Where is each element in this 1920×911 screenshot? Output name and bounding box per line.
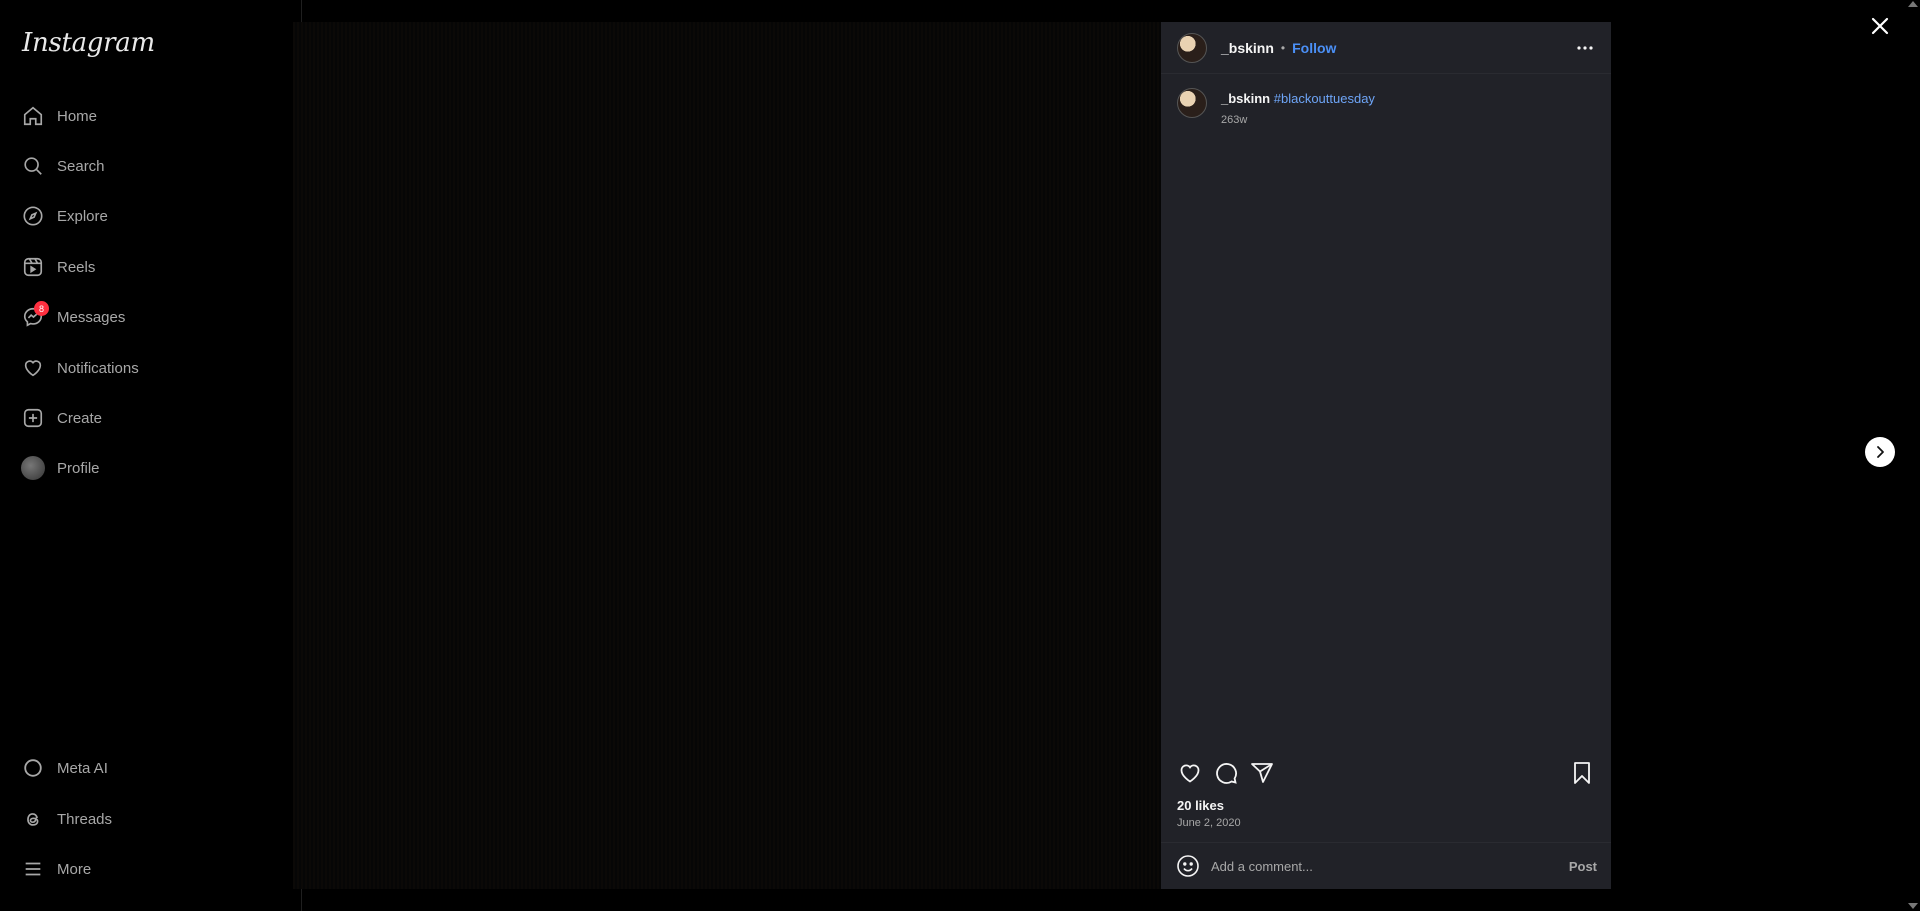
- search-icon: [20, 153, 46, 179]
- emoji-icon[interactable]: [1175, 853, 1201, 879]
- sidebar-item-messages[interactable]: 8 Messages: [0, 292, 302, 342]
- sidebar-item-label: Notifications: [57, 359, 139, 377]
- sidebar-item-label: Create: [57, 409, 103, 427]
- comment-input[interactable]: [1211, 858, 1569, 874]
- comment-icon[interactable]: [1213, 760, 1239, 786]
- compass-icon: [20, 203, 46, 229]
- sidebar-item-meta-ai[interactable]: Meta AI: [0, 743, 302, 793]
- avatar: [21, 456, 45, 480]
- hamburger-icon: [20, 856, 46, 882]
- profile-avatar-icon: [20, 455, 46, 481]
- sidebar-item-search[interactable]: Search: [0, 141, 302, 191]
- threads-icon: [20, 806, 46, 832]
- scrollbar-down-arrow[interactable]: [1908, 903, 1918, 909]
- caption-age[interactable]: 263w: [1221, 114, 1375, 126]
- caption-avatar[interactable]: [1177, 88, 1207, 118]
- sidebar-item-home[interactable]: Home: [0, 91, 302, 141]
- sidebar-item-label: Meta AI: [57, 759, 108, 777]
- share-icon[interactable]: [1249, 760, 1275, 786]
- plus-square-icon: [20, 405, 46, 431]
- sidebar-item-profile[interactable]: Profile: [0, 443, 302, 493]
- sidebar-item-label: Profile: [57, 459, 100, 477]
- post-comment-button[interactable]: Post: [1569, 859, 1597, 874]
- unread-badge: 8: [34, 301, 49, 316]
- sidebar-item-label: Reels: [57, 258, 96, 276]
- like-icon[interactable]: [1177, 760, 1203, 786]
- post-actions: [1177, 760, 1595, 786]
- messenger-icon: 8: [20, 301, 49, 330]
- post-caption: _bskinn #blackouttuesday 263w: [1177, 88, 1375, 126]
- meta-ai-icon: [20, 755, 46, 781]
- scrollbar-up-arrow[interactable]: [1908, 1, 1918, 7]
- sidebar-item-threads[interactable]: Threads: [0, 794, 302, 844]
- sidebar-item-notifications[interactable]: Notifications: [0, 343, 302, 393]
- caption-username[interactable]: _bskinn: [1221, 91, 1270, 106]
- sidebar-item-reels[interactable]: Reels: [0, 242, 302, 292]
- save-bookmark-icon[interactable]: [1569, 760, 1595, 786]
- sidebar-item-explore[interactable]: Explore: [0, 191, 302, 241]
- close-icon[interactable]: [1866, 12, 1894, 40]
- caption-hashtag[interactable]: #blackouttuesday: [1274, 91, 1375, 106]
- post-image[interactable]: [293, 22, 1161, 889]
- sidebar-item-label: Home: [57, 107, 98, 125]
- comment-bar: Post: [1161, 842, 1611, 889]
- author-avatar[interactable]: [1177, 32, 1207, 63]
- like-count[interactable]: 20 likes: [1177, 798, 1224, 813]
- sidebar-item-label: Threads: [57, 810, 113, 828]
- sidebar-item-label: Search: [57, 157, 105, 175]
- post-header: _bskinn • Follow: [1161, 22, 1611, 74]
- author-username[interactable]: _bskinn: [1221, 40, 1274, 56]
- follow-button[interactable]: Follow: [1292, 40, 1336, 56]
- post-details-panel: _bskinn • Follow _bskinn #blackouttuesda…: [1161, 22, 1611, 889]
- instagram-logo[interactable]: Instagram: [22, 28, 155, 58]
- post-date[interactable]: June 2, 2020: [1177, 817, 1241, 829]
- separator-dot: •: [1280, 40, 1286, 55]
- more-options-icon[interactable]: [1573, 36, 1597, 60]
- sidebar-item-label: Explore: [57, 207, 108, 225]
- home-icon: [20, 103, 46, 129]
- sidebar-item-create[interactable]: Create: [0, 393, 302, 443]
- sidebar-item-label: Messages: [57, 308, 126, 326]
- sidebar: Instagram Home Search Explore Reels 8 Me…: [0, 0, 302, 911]
- sidebar-item-more[interactable]: More: [0, 844, 302, 894]
- next-post-button[interactable]: [1865, 437, 1895, 467]
- chevron-right-icon: [1877, 446, 1884, 458]
- reels-icon: [20, 254, 46, 280]
- heart-icon: [20, 355, 46, 381]
- sidebar-item-label: More: [57, 860, 92, 878]
